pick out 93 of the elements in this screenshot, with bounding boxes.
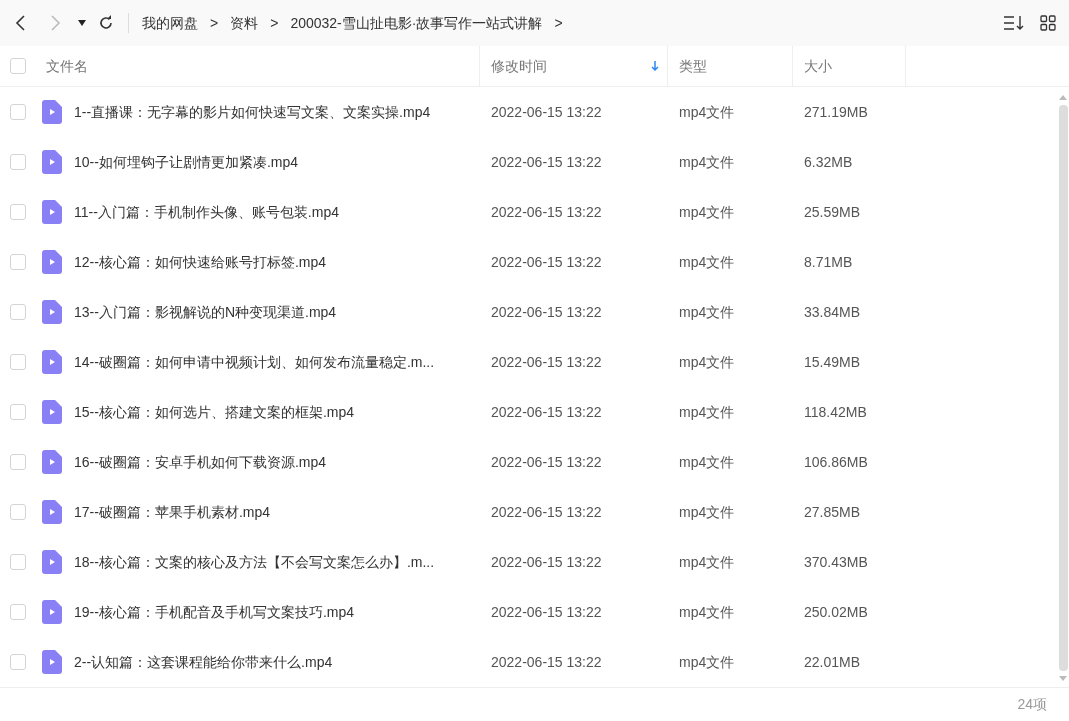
file-type: mp4文件 xyxy=(678,452,736,472)
checkbox[interactable] xyxy=(10,58,26,74)
file-name[interactable]: 15--核心篇：如何选片、搭建文案的框架.mp4 xyxy=(74,401,355,423)
file-type: mp4文件 xyxy=(678,352,736,372)
file-size: 370.43MB xyxy=(803,552,869,572)
checkbox[interactable] xyxy=(10,504,26,520)
modified-time: 2022-06-15 13:22 xyxy=(490,102,603,122)
file-type: mp4文件 xyxy=(678,102,736,122)
video-file-icon xyxy=(42,600,62,624)
file-size: 118.42MB xyxy=(803,402,868,422)
modified-time: 2022-06-15 13:22 xyxy=(490,152,603,172)
column-header[interactable]: 文件名 xyxy=(46,55,88,77)
file-size: 6.32MB xyxy=(803,152,854,172)
file-name[interactable]: 1--直播课：无字幕的影片如何快速写文案、文案实操.mp4 xyxy=(74,101,431,123)
item-count: 24项 xyxy=(1017,695,1047,714)
file-name[interactable]: 12--核心篇：如何快速给账号打标签.mp4 xyxy=(74,251,327,273)
file-type: mp4文件 xyxy=(678,552,736,572)
file-type: mp4文件 xyxy=(678,302,736,322)
modified-time: 2022-06-15 13:22 xyxy=(490,352,603,372)
modified-time: 2022-06-15 13:22 xyxy=(490,552,603,572)
checkbox[interactable] xyxy=(10,454,26,470)
refresh-icon[interactable] xyxy=(98,15,114,31)
checkbox[interactable] xyxy=(10,304,26,320)
file-size: 25.59MB xyxy=(803,202,862,222)
file-size: 15.49MB xyxy=(803,352,862,372)
file-size: 250.02MB xyxy=(803,602,869,622)
file-type: mp4文件 xyxy=(678,202,736,222)
video-file-icon xyxy=(42,200,62,224)
file-size: 27.85MB xyxy=(803,502,862,522)
column-header[interactable]: 类型 xyxy=(679,55,707,77)
modified-time: 2022-06-15 13:22 xyxy=(490,402,603,422)
grid-view-icon[interactable] xyxy=(1040,15,1056,31)
file-name[interactable]: 2--认知篇：这套课程能给你带来什么.mp4 xyxy=(74,651,333,673)
column-header[interactable]: 修改时间 xyxy=(491,55,547,77)
breadcrumb-link[interactable]: 我的网盘 xyxy=(142,12,198,34)
checkbox[interactable] xyxy=(10,204,26,220)
video-file-icon xyxy=(42,400,62,424)
modified-time: 2022-06-15 13:22 xyxy=(490,452,603,472)
breadcrumb-separator: > xyxy=(210,13,219,33)
video-file-icon xyxy=(42,500,62,524)
breadcrumb-separator: > xyxy=(554,13,563,33)
file-size: 33.84MB xyxy=(803,302,862,322)
modified-time: 2022-06-15 13:22 xyxy=(490,302,603,322)
modified-time: 2022-06-15 13:22 xyxy=(490,202,603,222)
video-file-icon xyxy=(42,150,62,174)
file-type: mp4文件 xyxy=(678,402,736,422)
checkbox[interactable] xyxy=(10,104,26,120)
video-file-icon xyxy=(42,550,62,574)
file-size: 271.19MB xyxy=(803,102,869,122)
checkbox[interactable] xyxy=(10,604,26,620)
scroll-up-icon[interactable] xyxy=(1059,95,1067,100)
forward-icon[interactable] xyxy=(48,15,62,31)
file-size: 8.71MB xyxy=(803,252,854,272)
scroll-down-icon[interactable] xyxy=(1059,676,1067,681)
video-file-icon xyxy=(42,450,62,474)
file-name[interactable]: 18--核心篇：文案的核心及方法【不会写文案怎么办】.m... xyxy=(74,551,435,573)
back-icon[interactable] xyxy=(14,15,28,31)
checkbox[interactable] xyxy=(10,154,26,170)
breadcrumb-link[interactable]: 资料 xyxy=(230,12,259,34)
file-type: mp4文件 xyxy=(678,152,736,172)
checkbox[interactable] xyxy=(10,254,26,270)
scrollbar-thumb[interactable] xyxy=(1058,105,1068,671)
modified-time: 2022-06-15 13:22 xyxy=(490,652,603,672)
file-name[interactable]: 13--入门篇：影视解说的N种变现渠道.mp4 xyxy=(74,301,337,323)
video-file-icon xyxy=(42,250,62,274)
modified-time: 2022-06-15 13:22 xyxy=(490,502,603,522)
modified-time: 2022-06-15 13:22 xyxy=(490,252,603,272)
video-file-icon xyxy=(42,350,62,374)
sort-icon[interactable] xyxy=(1003,15,1025,31)
checkbox[interactable] xyxy=(10,404,26,420)
video-file-icon xyxy=(42,650,62,674)
video-file-icon xyxy=(42,100,62,124)
file-name[interactable]: 11--入门篇：手机制作头像、账号包装.mp4 xyxy=(74,201,339,223)
file-name[interactable]: 19--核心篇：手机配音及手机写文案技巧.mp4 xyxy=(74,601,355,623)
file-type: mp4文件 xyxy=(678,502,736,522)
file-name[interactable]: 16--破圈篇：安卓手机如何下载资源.mp4 xyxy=(74,451,327,473)
file-name[interactable]: 10--如何埋钩子让剧情更加紧凑.mp4 xyxy=(74,151,299,173)
file-type: mp4文件 xyxy=(678,602,736,622)
column-header[interactable]: 大小 xyxy=(804,55,832,77)
video-file-icon xyxy=(42,300,62,324)
breadcrumb-separator: > xyxy=(270,13,279,33)
breadcrumb-link[interactable]: 200032-雪山扯电影·故事写作一站式讲解 xyxy=(290,12,543,34)
file-type: mp4文件 xyxy=(678,252,736,272)
checkbox[interactable] xyxy=(10,654,26,670)
file-name[interactable]: 17--破圈篇：苹果手机素材.mp4 xyxy=(74,501,271,523)
modified-time: 2022-06-15 13:22 xyxy=(490,602,603,622)
file-size: 106.86MB xyxy=(803,452,869,472)
file-type: mp4文件 xyxy=(678,652,736,672)
file-name[interactable]: 14--破圈篇：如何申请中视频计划、如何发布流量稳定.m... xyxy=(74,351,435,373)
checkbox[interactable] xyxy=(10,354,26,370)
checkbox[interactable] xyxy=(10,554,26,570)
dropdown-caret-icon[interactable] xyxy=(78,20,86,26)
file-size: 22.01MB xyxy=(803,652,862,672)
